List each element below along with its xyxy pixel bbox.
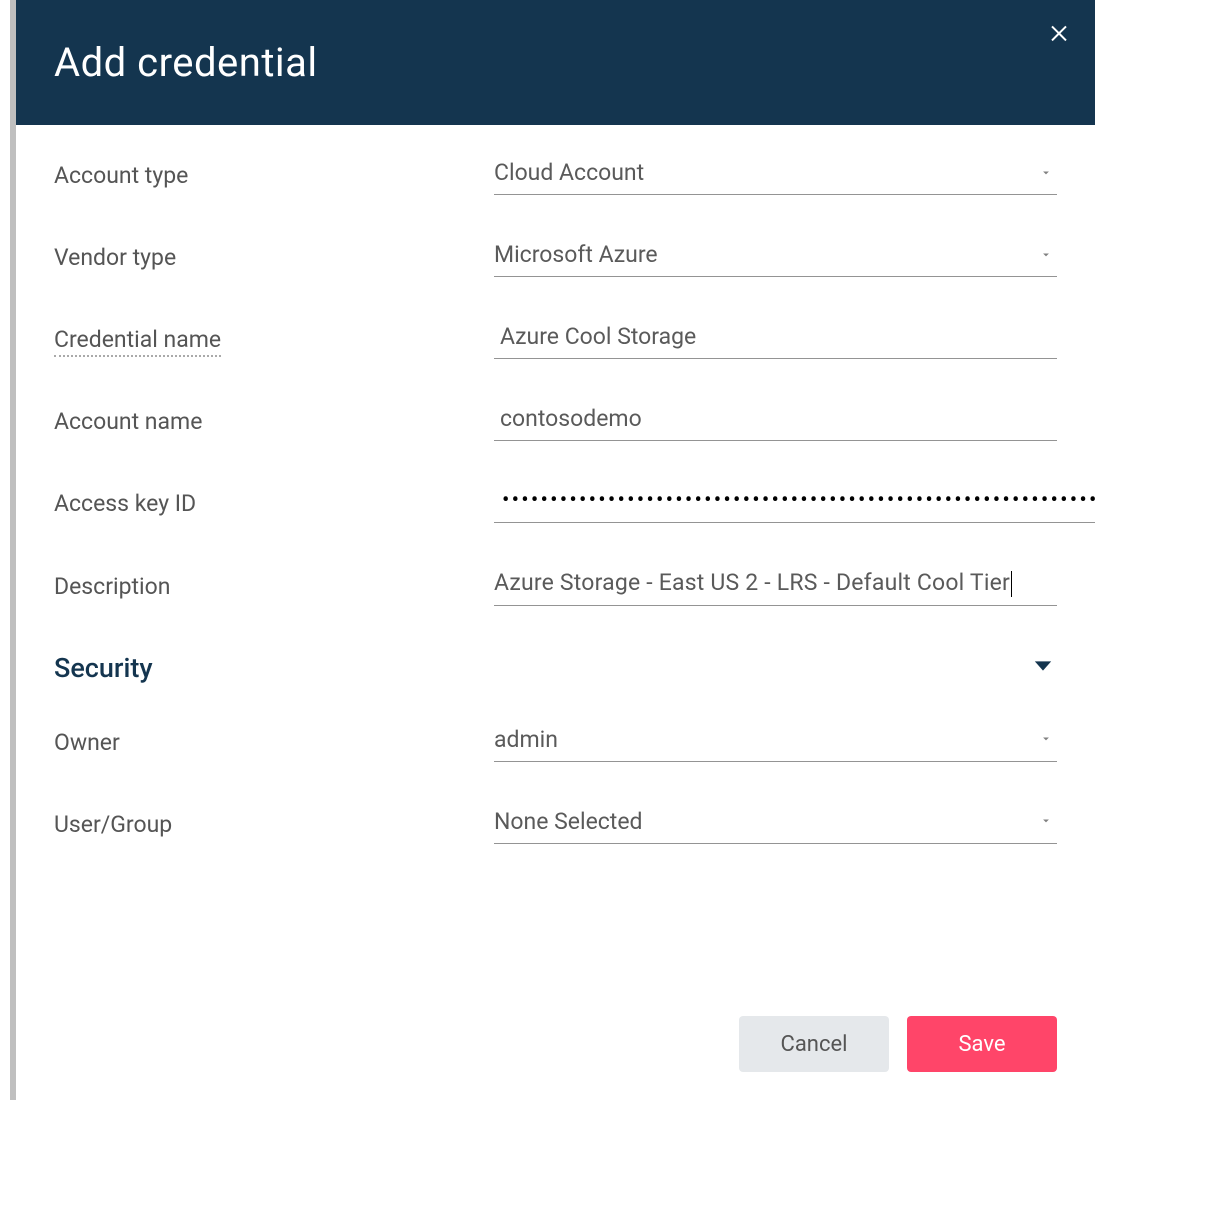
select-vendor-type[interactable]: Microsoft Azure xyxy=(494,241,1057,277)
select-owner[interactable]: admin xyxy=(494,726,1057,762)
section-security-title: Security xyxy=(54,652,153,684)
chevron-down-icon xyxy=(1039,813,1053,832)
text-cursor xyxy=(1011,571,1012,597)
row-user-group: User/Group None Selected xyxy=(54,808,1057,844)
select-owner-value: admin xyxy=(494,726,1057,753)
input-description-value: Azure Storage - East US 2 - LRS - Defaul… xyxy=(494,569,1057,597)
select-user-group-value: None Selected xyxy=(494,808,1057,835)
save-button[interactable]: Save xyxy=(907,1016,1057,1072)
modal-body: Account type Cloud Account Vendor type M… xyxy=(16,125,1095,1016)
row-vendor-type: Vendor type Microsoft Azure xyxy=(54,241,1057,277)
input-account-name-value: contosodemo xyxy=(494,405,1057,432)
input-credential-name[interactable]: Azure Cool Storage xyxy=(494,323,1057,359)
close-button[interactable] xyxy=(1047,20,1071,44)
description-suffix: - Default Cool Tier xyxy=(818,569,1010,596)
select-account-type[interactable]: Cloud Account xyxy=(494,159,1057,195)
section-security-toggle[interactable]: Security xyxy=(54,652,1057,684)
add-credential-modal: Add credential Account type Cloud Accoun… xyxy=(10,0,1095,1100)
description-spellcheck: LRS xyxy=(777,569,818,596)
chevron-down-icon xyxy=(1029,652,1057,684)
label-description: Description xyxy=(54,573,494,606)
row-account-type: Account type Cloud Account xyxy=(54,159,1057,195)
description-prefix: Azure Storage - East US 2 - xyxy=(494,569,777,596)
label-owner: Owner xyxy=(54,729,494,762)
input-account-name[interactable]: contosodemo xyxy=(494,405,1057,441)
row-description: Description Azure Storage - East US 2 - … xyxy=(54,569,1057,606)
chevron-down-icon xyxy=(1039,164,1053,183)
label-access-key: Access key ID xyxy=(54,490,494,523)
modal-footer: Cancel Save xyxy=(16,1016,1095,1100)
modal-title: Add credential xyxy=(54,39,318,86)
chevron-down-icon xyxy=(1039,246,1053,265)
input-credential-name-value: Azure Cool Storage xyxy=(494,323,1057,350)
row-access-key: Access key ID ••••••••••••••••••••••••••… xyxy=(54,487,1057,523)
label-user-group: User/Group xyxy=(54,811,494,844)
modal-header: Add credential xyxy=(16,0,1095,125)
select-account-type-value: Cloud Account xyxy=(494,159,1057,186)
row-account-name: Account name contosodemo xyxy=(54,405,1057,441)
row-credential-name: Credential name Azure Cool Storage xyxy=(54,323,1057,359)
select-vendor-type-value: Microsoft Azure xyxy=(494,241,1057,268)
label-credential-name-text: Credential name xyxy=(54,326,221,357)
label-vendor-type: Vendor type xyxy=(54,244,494,277)
label-account-type: Account type xyxy=(54,162,494,195)
label-credential-name: Credential name xyxy=(54,326,494,359)
close-icon xyxy=(1047,29,1071,48)
select-user-group[interactable]: None Selected xyxy=(494,808,1057,844)
input-access-key[interactable]: ••••••••••••••••••••••••••••••••••••••••… xyxy=(494,487,1095,523)
chevron-down-icon xyxy=(1039,731,1053,750)
cancel-button[interactable]: Cancel xyxy=(739,1016,889,1072)
input-description[interactable]: Azure Storage - East US 2 - LRS - Defaul… xyxy=(494,569,1057,606)
input-access-key-value: ••••••••••••••••••••••••••••••••••••••••… xyxy=(494,488,1095,513)
label-account-name: Account name xyxy=(54,408,494,441)
row-owner: Owner admin xyxy=(54,726,1057,762)
